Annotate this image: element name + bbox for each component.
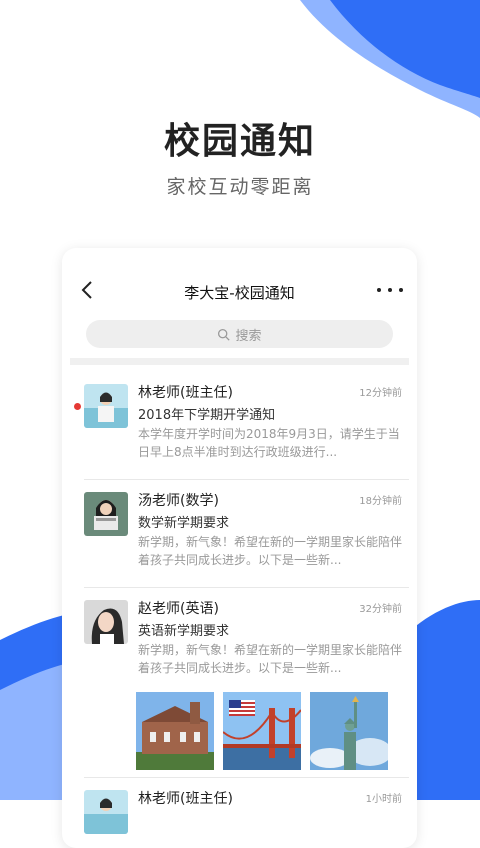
avatar [84,384,128,428]
timestamp: 1小时前 [365,794,402,805]
list-item[interactable]: 林老师(班主任) 12分钟前 2018年下学期开学通知 本学年度开学时间为201… [62,372,417,480]
hero-title: 校园通知 [163,121,316,162]
list-item[interactable]: 林老师(班主任) 1小时前 [62,778,417,848]
notice-preview: 新学期，新气象！希望在新的一学期里家长能陪伴着孩子共同成长进步。以下是一些新..… [138,643,403,675]
notice-subject: 2018年下学期开学通知 [138,408,276,423]
avatar [84,492,128,536]
sender-name: 林老师(班主任) [138,791,233,807]
timestamp: 32分钟前 [359,604,402,615]
notice-preview: 新学期，新气象！希望在新的一学期里家长能陪伴着孩子共同成长进步。以下是一些新..… [138,535,403,567]
attachment-photos [136,692,397,770]
page-title: 李大宝-校园通知 [184,284,295,302]
timestamp: 12分钟前 [359,388,402,399]
unread-dot [74,403,81,410]
section-divider [70,358,409,365]
sender-name: 汤老师(数学) [138,493,219,509]
statue-of-liberty-photo[interactable] [310,692,388,770]
list-item[interactable]: 汤老师(数学) 18分钟前 数学新学期要求 新学期，新气象！希望在新的一学期里家… [62,480,417,588]
phone-card: 李大宝-校园通知 搜索 林老师(班主任) 12分钟前 2018年下学期开学通知 … [62,248,417,848]
notice-subject: 英语新学期要求 [138,624,230,639]
sender-name: 林老师(班主任) [138,385,233,401]
more-horizontal-icon[interactable] [377,280,403,300]
search-icon [218,328,231,341]
top-bar: 李大宝-校园通知 搜索 [62,248,417,348]
more-dot [377,288,381,292]
avatar [84,790,128,834]
notice-preview: 本学年度开学时间为2018年9月3日，请学生于当日早上8点半准时到达行政班级进行… [138,427,400,459]
search-input[interactable]: 搜索 [86,320,393,348]
golden-gate-bridge-photo[interactable] [223,692,301,770]
campus-building-photo[interactable] [136,692,214,770]
notification-list: 林老师(班主任) 12分钟前 2018年下学期开学通知 本学年度开学时间为201… [62,372,417,848]
search-placeholder: 搜索 [235,328,262,344]
list-item[interactable]: 赵老师(英语) 32分钟前 英语新学期要求 新学期，新气象！希望在新的一学期里家… [62,588,417,778]
hero-subtitle: 家校互动零距离 [166,176,314,198]
more-dot [399,288,403,292]
more-dot [388,288,392,292]
timestamp: 18分钟前 [359,496,402,507]
sender-name: 赵老师(英语) [138,601,219,617]
notice-subject: 数学新学期要求 [138,516,230,531]
avatar [84,600,128,644]
